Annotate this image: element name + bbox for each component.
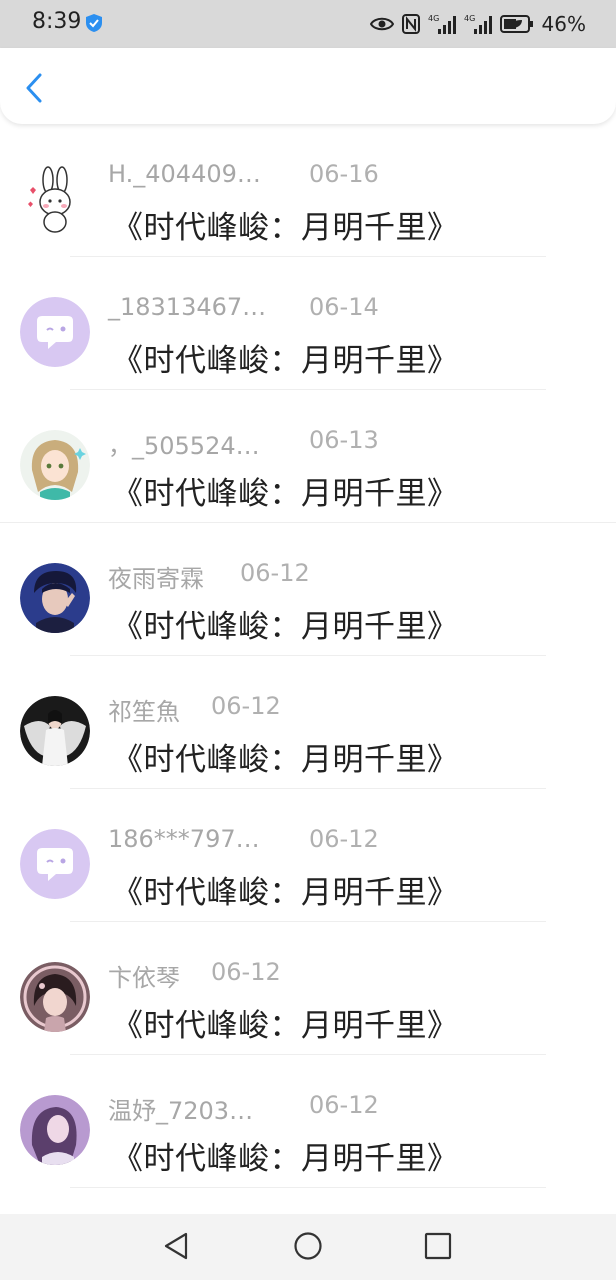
nav-back-button[interactable] <box>158 1228 194 1264</box>
screen: 8:39 4G 4G 46% H._404409… 06-16 《时代峰峻：月明… <box>0 0 616 1280</box>
shield-icon <box>86 14 102 32</box>
network-label-2: 4G <box>464 14 475 23</box>
network-label-1: 4G <box>428 14 439 23</box>
nav-home-button[interactable] <box>290 1228 326 1264</box>
avatar[interactable] <box>20 297 90 367</box>
nfc-icon <box>401 14 420 34</box>
list-item[interactable]: H._404409… 06-16 《时代峰峻：月明千里》 <box>0 124 616 257</box>
avatar[interactable] <box>20 1095 90 1165</box>
anime-girl-avatar-icon <box>20 430 90 500</box>
chat-bubble-avatar-icon <box>20 829 90 899</box>
message-text: 《时代峰峻：月明千里》 <box>112 1141 459 1177</box>
eye-icon <box>369 17 394 31</box>
message-date: 06-13 <box>309 426 379 454</box>
avatar[interactable] <box>20 430 90 500</box>
avatar[interactable] <box>20 164 90 234</box>
message-text: 《时代峰峻：月明千里》 <box>112 210 459 246</box>
sender-name: 186***797… <box>108 825 260 853</box>
sender-name: _18313467… <box>108 293 267 321</box>
message-date: 06-12 <box>240 559 310 587</box>
list-item[interactable]: 夜雨寄霖 06-12 《时代峰峻：月明千里》 <box>0 523 616 656</box>
chevron-left-icon <box>26 73 42 103</box>
list-item[interactable]: 186***797… 06-12 《时代峰峻：月明千里》 <box>0 789 616 922</box>
battery-percent: 46% <box>541 12 586 36</box>
message-text: 《时代峰峻：月明千里》 <box>112 742 459 778</box>
message-text: 《时代峰峻：月明千里》 <box>112 875 459 911</box>
status-time: 8:39 <box>32 9 82 34</box>
photo-avatar-icon <box>20 563 90 633</box>
sender-name: ，_505524… <box>108 432 260 460</box>
row-divider <box>70 1187 546 1188</box>
list-item[interactable]: _18313467… 06-14 《时代峰峻：月明千里》 <box>0 257 616 390</box>
message-date: 06-12 <box>309 1091 379 1119</box>
avatar[interactable] <box>20 829 90 899</box>
circle-home-icon <box>294 1232 322 1260</box>
rabbit-avatar-icon <box>20 164 90 234</box>
list-item[interactable]: 卞依琴 06-12 《时代峰峻：月明千里》 <box>0 922 616 1055</box>
sender-name: 温妤_7203… <box>108 1097 254 1125</box>
battery-icon <box>499 15 533 33</box>
list-item[interactable]: ，_505524… 06-13 《时代峰峻：月明千里》 <box>0 390 616 523</box>
status-bar: 8:39 4G 4G 46% <box>0 0 616 48</box>
photo-avatar-icon <box>20 1095 90 1165</box>
status-icons: 4G 4G 46% <box>369 10 586 38</box>
photo-avatar-icon <box>20 696 90 766</box>
navigation-bar <box>0 1214 616 1280</box>
message-text: 《时代峰峻：月明千里》 <box>112 1008 459 1044</box>
photo-avatar-icon <box>20 962 90 1032</box>
square-recents-icon <box>424 1232 452 1260</box>
avatar[interactable] <box>20 563 90 633</box>
list-item[interactable]: 祁笙魚 06-12 《时代峰峻：月明千里》 <box>0 656 616 789</box>
message-date: 06-12 <box>211 692 281 720</box>
message-date: 06-12 <box>211 958 281 986</box>
triangle-back-icon <box>164 1232 188 1260</box>
header <box>0 48 616 124</box>
avatar[interactable] <box>20 962 90 1032</box>
back-button[interactable] <box>16 68 52 108</box>
message-date: 06-16 <box>309 160 379 188</box>
sender-name: 卞依琴 <box>108 964 180 992</box>
message-text: 《时代峰峻：月明千里》 <box>112 343 459 379</box>
avatar[interactable] <box>20 696 90 766</box>
message-date: 06-12 <box>309 825 379 853</box>
sender-name: H._404409… <box>108 160 261 188</box>
sender-name: 祁笙魚 <box>108 698 180 726</box>
sender-name: 夜雨寄霖 <box>108 565 204 593</box>
message-text: 《时代峰峻：月明千里》 <box>112 476 459 512</box>
nav-recents-button[interactable] <box>420 1228 456 1264</box>
message-list: H._404409… 06-16 《时代峰峻：月明千里》 _18313467… … <box>0 124 616 1188</box>
chat-bubble-avatar-icon <box>20 297 90 367</box>
message-date: 06-14 <box>309 293 379 321</box>
signal-4g-icon-2: 4G <box>464 14 492 34</box>
message-text: 《时代峰峻：月明千里》 <box>112 609 459 645</box>
list-item[interactable]: 温妤_7203… 06-12 《时代峰峻：月明千里》 <box>0 1055 616 1188</box>
signal-4g-icon: 4G <box>428 14 456 34</box>
